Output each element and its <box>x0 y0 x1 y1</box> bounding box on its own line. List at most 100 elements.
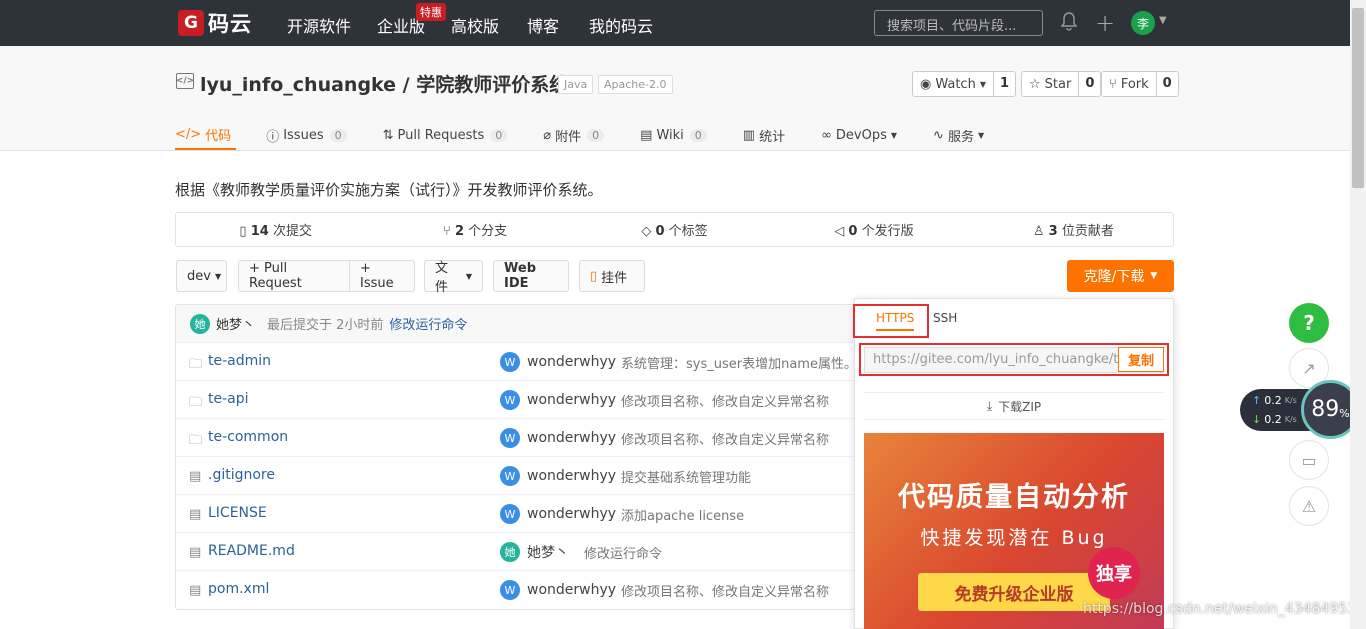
file-commit-message[interactable]: 修改项目名称、修改自定义异常名称 <box>621 391 829 410</box>
nav-blog[interactable]: 博客 <box>527 13 559 37</box>
file-author[interactable]: wonderwhyy <box>527 430 616 446</box>
file-author[interactable]: 她梦丶 <box>527 542 569 562</box>
avatar[interactable]: W <box>500 352 520 372</box>
branch-icon: ⑂ <box>443 224 451 239</box>
commit-time: 最后提交于 2小时前 <box>267 318 384 333</box>
gitee-logo[interactable]: G 码云 <box>178 9 252 37</box>
fork-count[interactable]: 0 <box>1157 72 1178 96</box>
license-tag[interactable]: Apache-2.0 <box>598 75 673 94</box>
search-input[interactable]: 搜索项目、代码片段... <box>874 10 1043 36</box>
repo-code-icon: </> <box>176 73 194 89</box>
stat-commits[interactable]: ▯ 14 次提交 <box>176 220 375 239</box>
tab-label: DevOps <box>835 127 887 143</box>
file-commit-message[interactable]: 系统管理：sys_user表增加name属性。 <box>621 353 857 372</box>
file-name[interactable]: te-api <box>208 391 249 407</box>
stat-tags[interactable]: ◇ 0 个标签 <box>575 220 774 239</box>
widget-button[interactable]: ▯ 挂件 <box>579 260 645 292</box>
nav-education[interactable]: 高校版 <box>451 13 499 37</box>
avatar[interactable]: 她 <box>500 542 520 562</box>
pull-request-button[interactable]: + Pull Request <box>238 260 350 292</box>
file-name[interactable]: te-common <box>208 429 288 445</box>
promo-banner[interactable]: 代码质量自动分析 快捷发现潜在 Bug 免费升级企业版 独享 <box>864 433 1164 629</box>
branch-select[interactable]: dev ▼ <box>176 260 227 292</box>
paperclip-icon: ⌀ <box>543 127 552 143</box>
scrollbar[interactable] <box>1350 0 1366 629</box>
tab-attachments[interactable]: ⌀ 附件 0 <box>543 118 605 150</box>
tab-statistics[interactable]: ▥ 统计 <box>743 118 785 150</box>
download-zip-button[interactable]: ⤓ 下载ZIP <box>864 392 1164 420</box>
file-author[interactable]: wonderwhyy <box>527 354 616 370</box>
repo-title[interactable]: lyu_info_chuangke / 学院教师评价系统 <box>200 70 568 97</box>
table-row: ▤ pom.xml Wwonderwhyy 修改项目名称、修改自定义异常名称 <box>176 571 854 609</box>
fork-button[interactable]: ⑂ Fork 0 <box>1101 71 1179 97</box>
chevron-down-icon[interactable]: ▼ <box>1159 15 1167 26</box>
issue-button[interactable]: + Issue <box>349 260 415 292</box>
tab-count: 0 <box>689 128 707 142</box>
tab-issues[interactable]: ⓘ Issues 0 <box>266 118 347 150</box>
fork-icon: ⑂ <box>1109 76 1117 92</box>
file-author[interactable]: wonderwhyy <box>527 582 616 598</box>
stat-branches[interactable]: ⑂ 2 个分支 <box>375 220 574 239</box>
promo-badge: 特惠 <box>416 3 446 21</box>
avatar[interactable]: W <box>500 428 520 448</box>
bar-chart-icon: ▥ <box>742 127 756 143</box>
comment-icon[interactable]: ▭ <box>1289 440 1329 480</box>
file-name[interactable]: pom.xml <box>208 581 269 597</box>
clone-download-button[interactable]: 克隆/下载 ▼ <box>1067 260 1174 292</box>
upgrade-button[interactable]: 免费升级企业版 <box>918 573 1110 611</box>
tab-pull-requests[interactable]: ⇅ Pull Requests 0 <box>383 118 508 150</box>
user-avatar[interactable]: 李 <box>1131 11 1155 35</box>
help-button[interactable]: ? <box>1289 303 1329 343</box>
highlight-box <box>859 343 1169 376</box>
file-name[interactable]: LICENSE <box>208 505 267 521</box>
chevron-down-icon: ▼ <box>1150 271 1158 281</box>
table-row: ▤ .gitignore Wwonderwhyy 提交基础系统管理功能 <box>176 457 854 495</box>
files-dropdown[interactable]: 文件 ▼ <box>424 260 483 295</box>
language-tag[interactable]: Java <box>558 75 594 94</box>
table-row: ▤ LICENSE Wwonderwhyy 添加apache license <box>176 495 854 533</box>
download-speed: ↓ 0.2 K/s <box>1252 413 1297 426</box>
file-commit-message[interactable]: 添加apache license <box>621 505 744 524</box>
commit-author[interactable]: 她梦丶 <box>216 314 255 333</box>
watch-count[interactable]: 1 <box>994 72 1015 96</box>
file-commit-message[interactable]: 修改项目名称、修改自定义异常名称 <box>621 429 829 448</box>
file-name[interactable]: README.md <box>208 543 295 559</box>
file-author[interactable]: wonderwhyy <box>527 468 616 484</box>
star-button[interactable]: ☆ Star 0 <box>1021 71 1102 97</box>
file-icon: ▤ <box>189 583 202 598</box>
avatar[interactable]: 她 <box>190 313 210 334</box>
scrollbar-thumb[interactable] <box>1352 8 1364 188</box>
bell-icon[interactable] <box>1061 12 1077 32</box>
tab-devops[interactable]: ∞ DevOps ▼ <box>821 118 897 150</box>
nav-open-source[interactable]: 开源软件 <box>287 13 351 37</box>
tab-ssh[interactable]: SSH <box>933 311 957 325</box>
avatar[interactable]: W <box>500 466 520 486</box>
avatar[interactable]: W <box>500 580 520 600</box>
avatar[interactable]: W <box>500 390 520 410</box>
avatar[interactable]: W <box>500 504 520 524</box>
file-commit-message[interactable]: 修改项目名称、修改自定义异常名称 <box>621 581 829 600</box>
file-commit-message[interactable]: 修改运行命令 <box>584 543 662 562</box>
tab-services[interactable]: ∿ 服务 ▼ <box>933 118 984 150</box>
commit-message[interactable]: 修改运行命令 <box>389 314 467 333</box>
repo-stats-bar: ▯ 14 次提交 ⑂ 2 个分支 ◇ 0 个标签 ◁ 0 个发行版 ♙ 3 位贡… <box>175 212 1174 247</box>
file-author[interactable]: wonderwhyy <box>527 506 616 522</box>
tab-https[interactable]: HTTPS <box>876 311 915 331</box>
fork-label: Fork <box>1120 76 1149 92</box>
nav-my-gitee[interactable]: 我的码云 <box>589 13 653 37</box>
tab-wiki[interactable]: ▤ Wiki 0 <box>640 118 707 150</box>
warning-icon[interactable]: ⚠ <box>1289 486 1329 526</box>
stat-contributors[interactable]: ♙ 3 位贡献者 <box>974 220 1173 239</box>
file-commit-message[interactable]: 提交基础系统管理功能 <box>621 467 751 486</box>
star-label: Star <box>1044 76 1072 92</box>
stat-releases[interactable]: ◁ 0 个发行版 <box>774 220 973 239</box>
file-author[interactable]: wonderwhyy <box>527 392 616 408</box>
star-count[interactable]: 0 <box>1079 72 1100 96</box>
file-name[interactable]: te-admin <box>208 353 271 369</box>
watch-button[interactable]: ◉ Watch ▼ 1 <box>912 71 1017 97</box>
folder-icon: 🗀 <box>189 433 203 448</box>
web-ide-button[interactable]: Web IDE <box>493 260 569 292</box>
file-name[interactable]: .gitignore <box>208 467 275 483</box>
create-plus-icon[interactable]: + <box>1095 9 1115 37</box>
tab-code[interactable]: </> 代码 <box>175 118 237 150</box>
